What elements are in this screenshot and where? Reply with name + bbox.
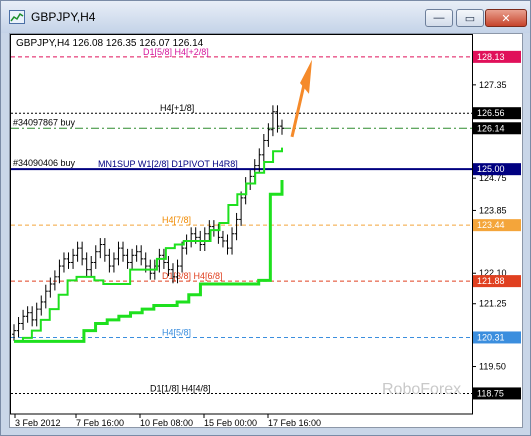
chart-app-icon [9, 10, 25, 24]
price-tag-label: 118.75 [477, 388, 504, 398]
price-tag-label: 126.56 [477, 108, 505, 118]
y-tick-label: 127.35 [479, 80, 507, 90]
maximize-button[interactable]: ▭ [456, 9, 484, 27]
window-title: GBPJPY,H4 [31, 10, 96, 24]
price-tag-label: 128.13 [477, 52, 505, 62]
x-tick-label: 10 Feb 08:00 [140, 418, 193, 427]
close-button[interactable]: ✕ [485, 9, 527, 27]
order-label: #34097867 buy [13, 117, 76, 127]
price-tag-label: 121.88 [477, 276, 505, 286]
level-label: H4[5/8] [162, 327, 191, 337]
title-bar[interactable]: GBPJPY,H4 — ▭ ✕ [1, 1, 530, 33]
y-tick-label: 123.85 [479, 205, 507, 215]
price-chart[interactable]: GBPJPY,H4 126.08 126.35 126.07 126.14127… [10, 34, 522, 428]
level-label: D1[1/8] H4[4/8] [150, 383, 211, 393]
minimize-button[interactable]: — [425, 9, 453, 27]
x-tick-label: 7 Feb 16:00 [76, 418, 124, 427]
x-tick-label: 17 Feb 16:00 [268, 418, 321, 427]
chart-window: GBPJPY,H4 — ▭ ✕ GBPJPY,H4 126.08 126.35 … [0, 0, 531, 436]
roboforex-watermark: RoboForex [382, 381, 461, 398]
x-tick-label: 15 Feb 00:00 [204, 418, 257, 427]
level-label: D1[5/8] H4[+2/8] [143, 47, 209, 57]
y-tick-label: 121.25 [479, 299, 507, 309]
level-label: D1[3/8] H4[6/8] [162, 271, 223, 281]
price-tag-label: 120.31 [477, 332, 505, 342]
level-label: H4[+1/8] [160, 103, 194, 113]
x-tick-label: 3 Feb 2012 [15, 418, 61, 427]
level-label: MN1SUP W1[2/8] D1PIVOT H4R8] [98, 159, 238, 169]
price-tag-label: 123.44 [477, 220, 505, 230]
order-label: #34090406 buy [13, 158, 76, 168]
level-label: H4[7/8] [162, 215, 191, 225]
y-tick-label: 119.50 [479, 362, 506, 372]
chart-area[interactable]: GBPJPY,H4 126.08 126.35 126.07 126.14 127… [9, 33, 523, 428]
price-tag-label: 126.14 [477, 123, 505, 133]
price-tag-label: 125.00 [477, 164, 505, 174]
